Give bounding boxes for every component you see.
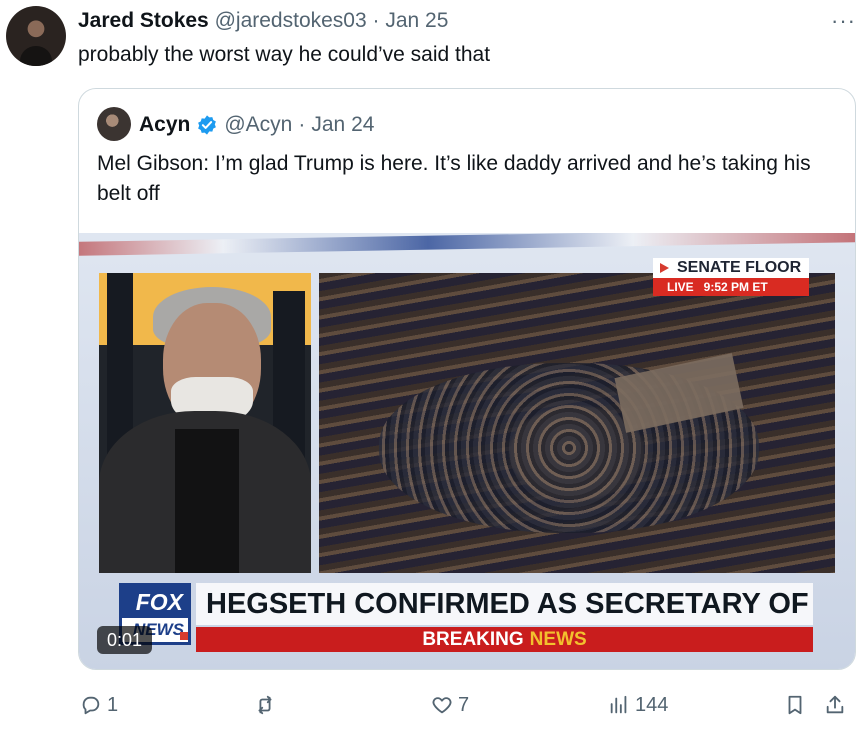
- author-name[interactable]: Jared Stokes: [78, 9, 209, 32]
- bookmark-button[interactable]: [784, 690, 806, 720]
- broadcast-time: 9:52 PM ET: [703, 280, 768, 294]
- bookmark-icon: [788, 695, 802, 715]
- post-actions: 1 7 144: [78, 690, 858, 720]
- broadcast-band: [79, 233, 855, 257]
- reply-button[interactable]: 1: [80, 690, 118, 720]
- breaking-suffix: NEWS: [529, 629, 587, 650]
- news-headline: HEGSETH CONFIRMED AS SECRETARY OF DEFENS…: [196, 583, 813, 625]
- views-button[interactable]: 144: [608, 690, 668, 720]
- post-text: probably the worst way he could’ve said …: [78, 43, 491, 66]
- author-avatar[interactable]: [6, 6, 66, 66]
- more-horizontal-icon[interactable]: ···: [831, 8, 856, 34]
- reply-icon: [82, 696, 100, 715]
- logo-accent: [180, 632, 188, 640]
- share-button[interactable]: [824, 690, 846, 720]
- retweet-icon: [258, 695, 272, 715]
- quoted-tweet[interactable]: Acyn @Acyn · Jan 24 Mel Gibson: I’m glad…: [78, 88, 856, 670]
- logo-top-text: FOX: [122, 586, 188, 618]
- quoted-date[interactable]: Jan 24: [311, 112, 374, 138]
- video-timer: 0:01: [97, 626, 153, 654]
- senate-floor-feed: [319, 273, 835, 573]
- like-icon: [432, 697, 452, 714]
- breaking-prefix: BREAKING: [422, 629, 524, 650]
- like-button[interactable]: 7: [431, 690, 469, 720]
- verified-badge-icon: [198, 115, 217, 135]
- quoted-author-name[interactable]: Acyn: [139, 112, 190, 138]
- guest-camera-feed: [99, 273, 311, 573]
- senate-floor-tag: SENATE FLOOR LIVE 9:52 PM ET: [653, 258, 809, 298]
- post-date[interactable]: Jan 25: [385, 9, 448, 32]
- separator-dot: ·: [372, 9, 380, 32]
- author-handle[interactable]: @jaredstokes03: [215, 9, 367, 32]
- share-icon: [826, 695, 844, 714]
- quoted-handle[interactable]: @Acyn: [224, 112, 292, 138]
- video-player[interactable]: SENATE FLOOR LIVE 9:52 PM ET FOX NEWS HE…: [79, 233, 855, 669]
- quoted-separator-dot: ·: [298, 113, 306, 136]
- quoted-author-avatar[interactable]: [97, 107, 131, 141]
- quoted-text: Mel Gibson: I’m glad Trump is here. It’s…: [97, 152, 811, 205]
- views-count: 144: [635, 693, 669, 716]
- breaking-news-bar: BREAKING NEWS: [196, 627, 813, 652]
- quoted-header: Acyn @Acyn · Jan 24: [139, 112, 374, 138]
- senate-floor-title: SENATE FLOOR: [653, 258, 809, 278]
- views-icon: [610, 695, 627, 714]
- retweet-button[interactable]: [254, 690, 281, 720]
- like-count: 7: [458, 693, 470, 716]
- live-label: LIVE: [667, 280, 694, 294]
- live-indicator: LIVE 9:52 PM ET: [653, 278, 809, 296]
- reply-count: 1: [107, 693, 119, 716]
- post-header: Jared Stokes @jaredstokes03 · Jan 25: [78, 8, 448, 34]
